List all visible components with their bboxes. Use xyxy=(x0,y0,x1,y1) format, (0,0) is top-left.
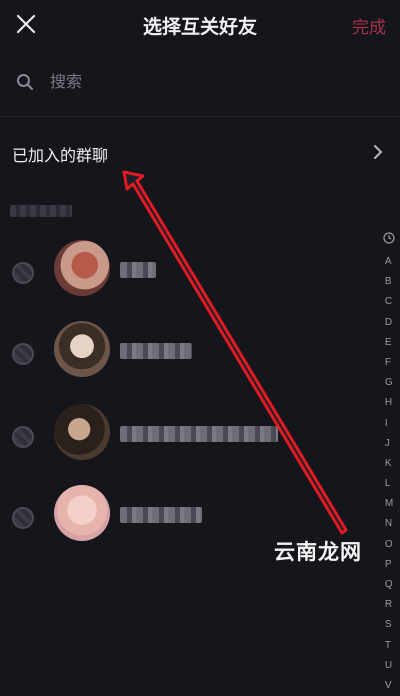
contact-name-pixelated xyxy=(120,426,278,442)
contact-name-pixelated xyxy=(120,507,202,523)
search-icon xyxy=(17,74,33,90)
alphabet-index-bar[interactable]: ABCDEFGHIJKLMNOPQRSTUV xyxy=(378,232,400,696)
index-letter-p[interactable]: P xyxy=(385,555,393,575)
index-letter-g[interactable]: G xyxy=(385,373,393,393)
index-letter-r[interactable]: R xyxy=(385,595,393,615)
index-letter-j[interactable]: J xyxy=(385,434,393,454)
index-letter-o[interactable]: O xyxy=(385,535,393,555)
joined-groups-label: 已加入的群聊 xyxy=(12,148,109,165)
index-letter-c[interactable]: C xyxy=(385,292,393,312)
contact-row[interactable] xyxy=(0,404,380,466)
select-radio[interactable] xyxy=(12,426,34,448)
index-letter-q[interactable]: Q xyxy=(385,575,393,595)
chevron-right-icon xyxy=(374,145,383,159)
index-letter-e[interactable]: E xyxy=(385,333,393,353)
divider xyxy=(0,116,400,117)
index-letter-n[interactable]: N xyxy=(385,514,393,534)
contact-name-pixelated xyxy=(120,262,156,278)
index-letter-b[interactable]: B xyxy=(385,272,393,292)
index-letter-l[interactable]: L xyxy=(385,474,393,494)
index-letter-k[interactable]: K xyxy=(385,454,393,474)
index-letter-v[interactable]: V xyxy=(385,676,393,696)
watermark: 云南龙网 xyxy=(274,541,362,564)
done-button[interactable]: 完成 xyxy=(352,13,386,38)
section-header-pixelated xyxy=(10,205,72,217)
index-letter-h[interactable]: H xyxy=(385,393,393,413)
select-radio[interactable] xyxy=(12,507,34,529)
search-bar xyxy=(0,60,400,104)
avatar xyxy=(54,404,110,460)
header-bar: 选择互关好友 完成 xyxy=(0,0,400,48)
index-letter-s[interactable]: S xyxy=(385,615,393,635)
index-letter-m[interactable]: M xyxy=(385,494,393,514)
index-letters: ABCDEFGHIJKLMNOPQRSTUV xyxy=(385,252,393,696)
clock-icon[interactable] xyxy=(383,232,395,244)
contact-name-pixelated xyxy=(120,343,192,359)
page-title: 选择互关好友 xyxy=(142,17,257,38)
avatar xyxy=(54,321,110,377)
joined-groups-row[interactable]: 已加入的群聊 xyxy=(0,130,400,174)
index-letter-u[interactable]: U xyxy=(385,656,393,676)
index-letter-t[interactable]: T xyxy=(385,636,393,656)
index-letter-f[interactable]: F xyxy=(385,353,393,373)
select-radio[interactable] xyxy=(12,343,34,365)
contact-row[interactable] xyxy=(0,321,380,383)
avatar xyxy=(54,485,110,541)
index-letter-i[interactable]: I xyxy=(385,414,393,434)
contact-row[interactable] xyxy=(0,240,380,302)
select-radio[interactable] xyxy=(12,262,34,284)
index-letter-d[interactable]: D xyxy=(385,313,393,333)
index-letter-a[interactable]: A xyxy=(385,252,393,272)
search-input[interactable] xyxy=(48,69,352,97)
avatar xyxy=(54,240,110,296)
